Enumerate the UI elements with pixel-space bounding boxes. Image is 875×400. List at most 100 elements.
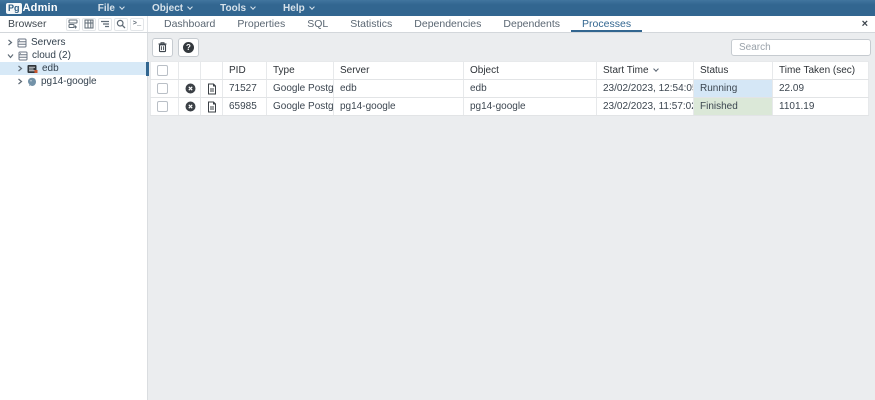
view-details-cell[interactable]	[201, 98, 223, 116]
menu-help[interactable]: Help	[269, 3, 328, 14]
main-content: Servers cloud (2) edb	[0, 33, 875, 400]
chevron-down-icon[interactable]	[7, 53, 14, 59]
chevron-down-icon	[187, 4, 193, 10]
chevron-right-icon[interactable]	[17, 65, 23, 72]
processes-toolbar: ?	[152, 37, 871, 57]
col-object[interactable]: Object	[464, 62, 597, 80]
cell-time-taken: 22.09	[773, 80, 869, 98]
browser-tree-panel: Servers cloud (2) edb	[0, 33, 148, 400]
chevron-down-icon	[250, 4, 256, 10]
row-checkbox[interactable]	[157, 83, 168, 94]
col-server[interactable]: Server	[334, 62, 464, 80]
console-icon[interactable]: >_	[130, 18, 144, 31]
processes-panel: ? PID Type Server Object Start Time	[148, 33, 875, 400]
subheader: Browser >_ Dashboard Properties SQL Stat…	[0, 16, 875, 33]
console-glyph: >_	[133, 20, 141, 28]
table-row[interactable]: 71527 Google PostgreSQL edb edb 23/02/20…	[151, 80, 869, 98]
table-header-row: PID Type Server Object Start Time Status…	[151, 62, 869, 80]
view-details-icon	[207, 101, 217, 113]
stop-column-header	[179, 62, 201, 80]
chevron-down-icon	[309, 4, 315, 10]
menu-help-label: Help	[283, 3, 305, 14]
col-type[interactable]: Type	[267, 62, 334, 80]
grid-view-icon[interactable]	[82, 18, 96, 31]
view-details-icon	[207, 83, 217, 95]
menu-object-label: Object	[152, 3, 183, 14]
cell-server: edb	[334, 80, 464, 98]
row-checkbox[interactable]	[157, 101, 168, 112]
tree-node-pg14-google[interactable]: pg14-google	[0, 75, 147, 88]
select-all-checkbox[interactable]	[157, 65, 168, 76]
trash-icon	[157, 41, 168, 53]
pgadmin-logo: Pg Admin	[6, 2, 58, 14]
details-column-header	[201, 62, 223, 80]
tab-processes[interactable]: Processes	[571, 16, 642, 32]
col-time-taken[interactable]: Time Taken (sec)	[773, 62, 869, 80]
tree-node-label: edb	[42, 63, 59, 74]
browser-toolbar: >_	[66, 18, 144, 31]
chevron-right-icon[interactable]	[7, 39, 13, 46]
cell-object: edb	[464, 80, 597, 98]
cell-object: pg14-google	[464, 98, 597, 116]
table-row[interactable]: 65985 Google PostgreSQL pg14-google pg14…	[151, 98, 869, 116]
tab-statistics[interactable]: Statistics	[339, 16, 403, 32]
cell-pid: 65985	[223, 98, 267, 116]
col-status[interactable]: Status	[694, 62, 773, 80]
server-group-icon	[17, 38, 27, 48]
menu-file[interactable]: File	[84, 3, 138, 14]
tree-node-servers[interactable]: Servers	[0, 36, 147, 49]
delete-button[interactable]	[152, 38, 173, 57]
tree-node-edb[interactable]: edb	[0, 62, 147, 75]
tree-node-label: Servers	[31, 37, 65, 48]
status-badge: Running	[694, 80, 773, 98]
help-button[interactable]: ?	[178, 38, 199, 57]
browser-panel-title: Browser	[8, 18, 47, 30]
browser-panel-header: Browser >_	[0, 16, 148, 32]
menu-tools[interactable]: Tools	[206, 3, 269, 14]
sort-descending-icon	[653, 66, 659, 72]
cell-type: Google PostgreSQL	[267, 80, 334, 98]
cell-pid: 71527	[223, 80, 267, 98]
tab-dependencies[interactable]: Dependencies	[403, 16, 492, 32]
stop-process-icon	[185, 83, 196, 94]
tree-node-label: cloud (2)	[32, 50, 71, 61]
select-all-cell	[151, 62, 179, 80]
cell-time-taken: 1101.19	[773, 98, 869, 116]
filter-tree-icon[interactable]	[98, 18, 112, 31]
view-details-cell[interactable]	[201, 80, 223, 98]
cell-server: pg14-google	[334, 98, 464, 116]
cell-start-time: 23/02/2023, 12:54:05	[597, 80, 694, 98]
col-start-time[interactable]: Start Time	[597, 62, 694, 80]
stop-process-cell[interactable]	[179, 80, 201, 98]
edb-server-icon	[27, 64, 38, 74]
logo-name: Admin	[23, 2, 58, 14]
search-icon[interactable]	[114, 18, 128, 31]
menu-object[interactable]: Object	[138, 3, 206, 14]
selected-node-accent	[146, 62, 149, 76]
tree-node-cloud[interactable]: cloud (2)	[0, 49, 147, 62]
stop-process-cell[interactable]	[179, 98, 201, 116]
menu-file-label: File	[98, 3, 115, 14]
app-header: Pg Admin File Object Tools Help	[0, 0, 875, 16]
postgresql-server-icon	[27, 77, 37, 87]
col-pid[interactable]: PID	[223, 62, 267, 80]
add-server-icon[interactable]	[66, 18, 80, 31]
logo-badge: Pg	[6, 3, 22, 14]
tab-sql[interactable]: SQL	[296, 16, 339, 32]
search-input[interactable]	[731, 39, 871, 56]
server-group-icon	[18, 51, 28, 61]
chevron-down-icon	[119, 4, 125, 10]
tab-bar: Dashboard Properties SQL Statistics Depe…	[148, 16, 875, 32]
menu-tools-label: Tools	[220, 3, 246, 14]
col-start-time-label: Start Time	[603, 65, 649, 76]
menu-bar: File Object Tools Help	[84, 3, 328, 14]
chevron-right-icon[interactable]	[17, 78, 23, 85]
tab-properties[interactable]: Properties	[226, 16, 296, 32]
stop-process-icon	[185, 101, 196, 112]
tab-dependents[interactable]: Dependents	[492, 16, 571, 32]
tree-node-label: pg14-google	[41, 76, 97, 87]
tab-dashboard[interactable]: Dashboard	[153, 16, 226, 32]
close-icon[interactable]: ×	[862, 16, 868, 32]
help-icon: ?	[183, 42, 194, 53]
processes-table: PID Type Server Object Start Time Status…	[150, 61, 869, 116]
